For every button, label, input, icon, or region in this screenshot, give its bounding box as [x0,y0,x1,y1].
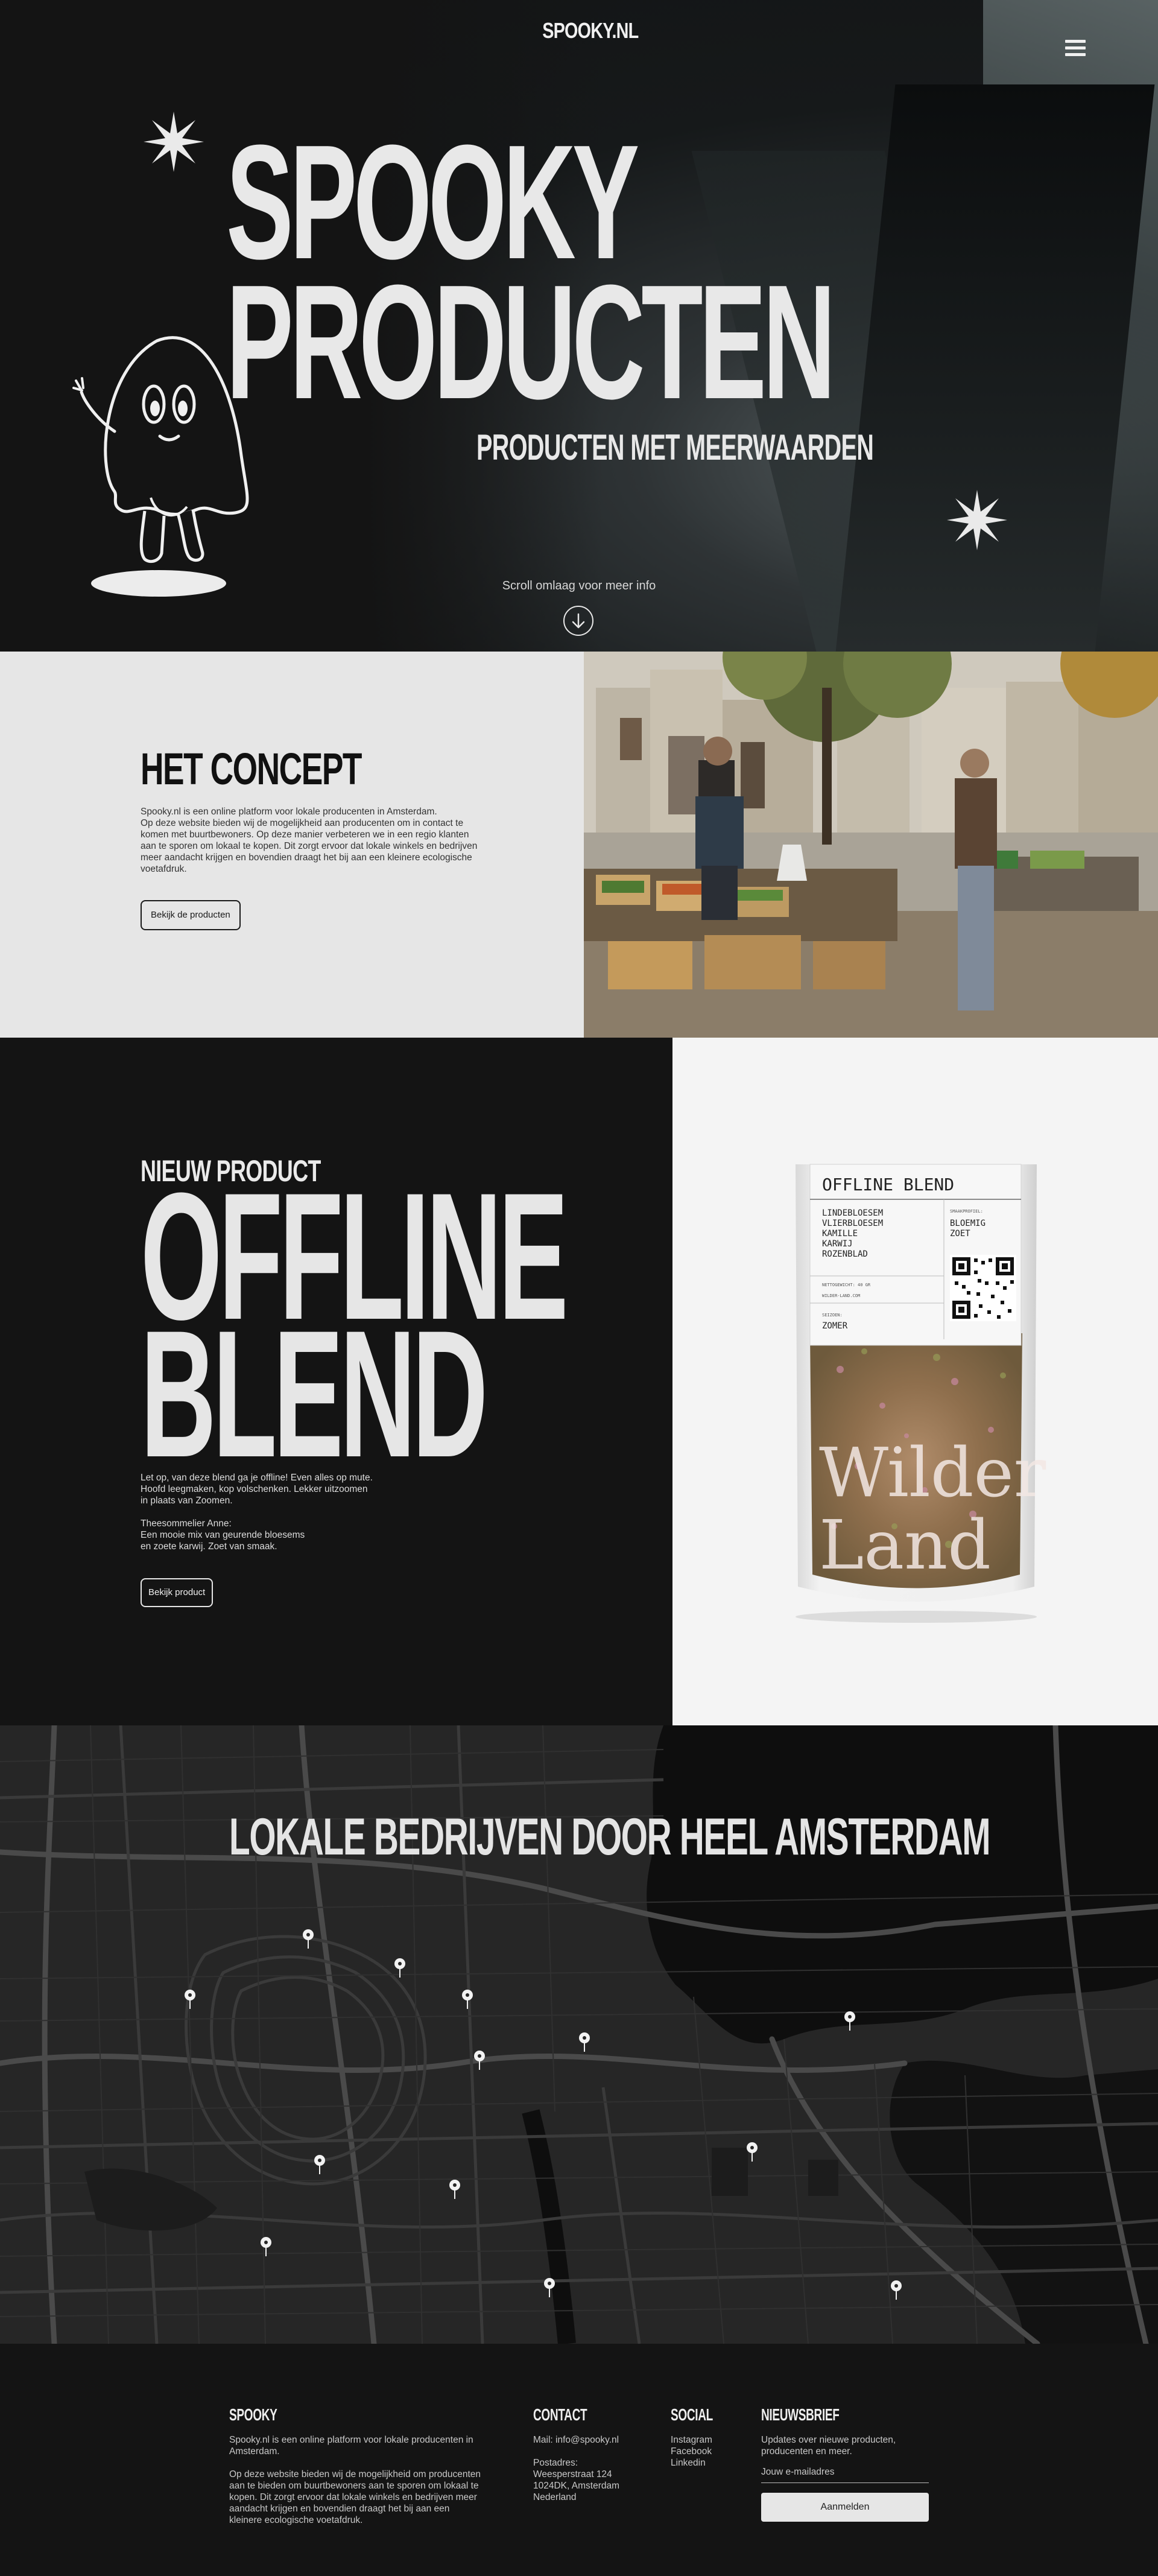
bag-season: ZOMER [822,1321,848,1331]
ghost-mascot-illustration [72,336,249,597]
footer-about-title: SPOOKY [229,2405,277,2424]
product-title: OFFLINE BLEND [141,1166,568,1484]
concept-text-line: aan te sporen om lokaal te kopen. Dit zo… [141,841,478,851]
map-pin-icon[interactable] [259,2236,273,2257]
new-product-section: NIEUW PRODUCT OFFLINE BLEND Let op, van … [0,1038,672,1725]
concept-text-line: meer aandacht krijgen en bovendien draag… [141,852,472,863]
bag-brand-script: Wilder [819,1434,1046,1512]
site-footer: SPOOKY Spooky.nl is een online platform … [0,2344,1158,2576]
footer-address-line: 1024DK, Amsterdam [533,2481,620,2491]
newsletter-text-line: Updates over nieuwe producten, [761,2435,896,2445]
concept-text-line: Op deze website bieden wij de mogelijkhe… [141,818,464,828]
map-pin-icon[interactable] [313,2154,326,2175]
concept-text-line: Spooky.nl is een online platform voor lo… [141,807,437,817]
bag-ingredient: ROZENBLAD [822,1249,868,1259]
footer-text-line: kopen. Dit zorgt ervoor dat lokale winke… [229,2492,477,2502]
newsletter-text-line: producenten en meer. [761,2446,852,2457]
view-products-button[interactable]: Bekijk de producten [141,900,241,930]
map-pin-icon[interactable] [890,2280,903,2300]
view-product-button[interactable]: Bekijk product [141,1578,214,1607]
footer-text-line: Amsterdam. [229,2446,280,2457]
product-quote-line: Een mooie mix van geurende bloesems [141,1530,305,1540]
footer-link-facebook[interactable]: Facebook [671,2446,749,2457]
footer-text-line: Op deze website bieden wij de mogelijkhe… [229,2469,481,2479]
map-pin-icon[interactable] [448,2179,461,2200]
footer-about-text: Spooky.nl is een online platform voor lo… [229,2434,495,2457]
map-pin-icon[interactable] [843,2011,856,2031]
product-description-line: Hoofd leegmaken, kop volschenken. Lekker… [141,1484,368,1494]
scroll-hint: Scroll omlaag voor meer info [502,579,656,592]
product-photo: OFFLINE BLEND LINDEBLOESEM VLIERBLOESEM … [672,1038,1158,1725]
site-logo[interactable]: SPOOKY.NL [542,18,639,43]
bag-taste: ZOET [950,1229,970,1239]
bag-brand: WILDER-LAND.COM [822,1293,860,1298]
concept-section: HET CONCEPT Spooky.nl is een online plat… [0,652,584,1038]
bag-ingredient: LINDEBLOESEM [822,1208,883,1218]
concept-text-line: voetafdruk. [141,864,187,874]
footer-text-line: Spooky.nl is een online platform voor lo… [229,2435,473,2445]
bag-ingredient: KARWIJ [822,1239,853,1249]
map-pin-icon[interactable] [183,1989,197,2010]
footer-social-title: SOCIAL [671,2405,713,2424]
footer-address: Postadres: Weesperstraat 124 1024DK, Ams… [533,2457,654,2503]
footer-newsletter: NIEUWSBRIEF Updates over nieuwe producte… [761,2405,942,2522]
map-pin-icon[interactable] [393,1958,407,1978]
footer-about: SPOOKY Spooky.nl is een online platform … [229,2405,495,2526]
footer-social: SOCIAL Instagram Facebook Linkedin [671,2405,749,2469]
concept-text-line: komen met buurtbewoners. Op deze manier … [141,830,469,840]
product-quote-line: Theesommelier Anne: [141,1518,232,1529]
hero-subtitle: PRODUCTEN MET MEERWAARDEN [476,427,874,468]
hero-title: SPOOKY PRODUCTEN [226,121,836,433]
footer-text-line: aandacht krijgen en bovendien draagt het… [229,2504,450,2514]
newsletter-subscribe-button[interactable]: Aanmelden [761,2493,929,2522]
bag-season-label: SEIZOEN: [822,1313,843,1318]
map-heading: LOKALE BEDRIJVEN DOOR HEEL AMSTERDAM [229,1808,991,1866]
footer-address-line: Postadres: [533,2458,578,2468]
bag-taste-label: SMAAKPROFIEL: [950,1209,983,1214]
product-description-line: Let op, van deze blend ga je offline! Ev… [141,1473,373,1483]
qr-code-icon [950,1255,1016,1321]
market-scene-illustration [584,652,1158,1038]
map-section: LOKALE BEDRIJVEN DOOR HEEL AMSTERDAM [0,1725,1158,2344]
footer-address-line: Nederland [533,2492,577,2502]
hamburger-menu-icon[interactable] [1065,40,1086,58]
product-quote-line: en zoete karwij. Zoet van smaak. [141,1541,277,1552]
hero-title-line: PRODUCTEN [226,252,836,433]
newsletter-email-input[interactable] [761,2464,929,2483]
newsletter-text: Updates over nieuwe producten, producent… [761,2434,942,2457]
map-pin-icon[interactable] [745,2142,759,2162]
concept-heading: HET CONCEPT [141,744,362,794]
footer-text-line: aan te bieden om buurtbewoners aan te sp… [229,2481,479,2491]
hero-section: SPOOKY.NL SPOOKY PRODUCTEN PRODUCTEN MET… [0,0,1158,652]
bag-ingredient: KAMILLE [822,1229,858,1239]
arrow-down-circle-icon[interactable] [563,606,593,636]
bag-label-title: OFFLINE BLEND [822,1175,954,1194]
bag-taste: BLOEMIG [950,1219,986,1228]
footer-text-line: kleinere ecologische voetafdruk. [229,2515,363,2525]
tea-bag-illustration: OFFLINE BLEND LINDEBLOESEM VLIERBLOESEM … [796,1164,1046,1623]
footer-link-instagram[interactable]: Instagram [671,2434,749,2446]
footer-contact-title: CONTACT [533,2405,587,2424]
map-pin-icon[interactable] [578,2032,591,2052]
bag-ingredient: VLIERBLOESEM [822,1219,883,1228]
bag-brand-script: Land [819,1506,991,1585]
sparkle-star-icon [144,112,204,172]
footer-newsletter-title: NIEUWSBRIEF [761,2405,840,2424]
map-pin-icon[interactable] [302,1929,315,1949]
footer-address-line: Weesperstraat 124 [533,2469,612,2479]
footer-link-linkedin[interactable]: Linkedin [671,2457,749,2469]
footer-about-text: Op deze website bieden wij de mogelijkhe… [229,2469,495,2526]
product-description: Let op, van deze blend ga je offline! Ev… [141,1472,394,1552]
map-pin-icon[interactable] [473,2050,486,2070]
bag-weight: NETTOGEWICHT: 40 GR [822,1283,871,1287]
map-pin-icon[interactable] [543,2277,556,2298]
arrow-down-icon [572,613,585,629]
concept-text: Spooky.nl is een online platform voor lo… [141,806,490,875]
sparkle-star-icon [947,490,1007,550]
map-pin-icon[interactable] [461,1989,474,2010]
market-photo [584,652,1158,1038]
footer-contact: CONTACT Mail: info@spooky.nl Postadres: … [533,2405,654,2503]
product-description-line: in plaats van Zoomen. [141,1496,233,1506]
footer-email-link[interactable]: Mail: info@spooky.nl [533,2434,654,2446]
